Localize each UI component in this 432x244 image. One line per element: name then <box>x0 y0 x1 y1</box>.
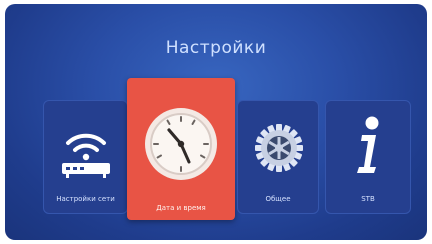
tile-label-general: Общее <box>265 195 291 203</box>
gear-icon <box>255 124 303 172</box>
tile-date-time[interactable]: Дата и время <box>127 78 235 220</box>
page-title: Настройки <box>165 38 267 58</box>
router-wifi-icon <box>62 133 110 178</box>
tile-label-time: Дата и время <box>156 204 206 212</box>
clock-icon <box>145 108 217 180</box>
settings-screen: Настройки Настройки сети Дата и время Об… <box>5 4 427 240</box>
info-icon <box>357 116 379 173</box>
tile-general[interactable]: Общее <box>237 100 319 214</box>
tile-label-network: Настройки сети <box>56 195 115 203</box>
tile-stb-info[interactable]: STB <box>325 100 411 214</box>
tile-network-settings[interactable]: Настройки сети <box>43 100 128 214</box>
tile-label-stb: STB <box>361 195 375 203</box>
